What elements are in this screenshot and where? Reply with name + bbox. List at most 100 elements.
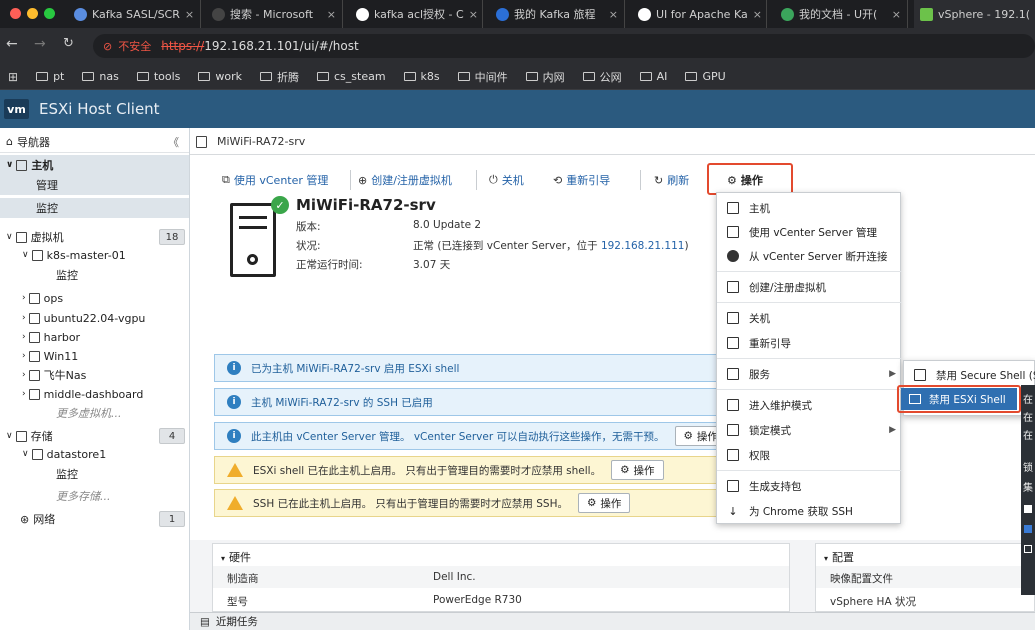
- bookmark-folder[interactable]: pt: [36, 70, 64, 83]
- close-tab-icon[interactable]: ×: [185, 8, 194, 21]
- manage-vcenter-button[interactable]: ⧉ 使用 vCenter 管理: [222, 172, 328, 188]
- bookmark-folder[interactable]: 折腾: [260, 69, 299, 85]
- nav-item-vm[interactable]: › ubuntu22.04-vgpu: [0, 308, 189, 328]
- menu-item-services[interactable]: 服务 ▶: [717, 362, 902, 386]
- menu-item-ssh-chrome[interactable]: ↓ 为 Chrome 获取 SSH: [717, 499, 902, 523]
- config-card-header[interactable]: ▾ 配置: [824, 549, 854, 565]
- chevron-down-icon[interactable]: ∨: [6, 160, 13, 170]
- hardware-card-header[interactable]: ▾ 硬件: [221, 549, 251, 565]
- nav-item-host[interactable]: ∨ 主机: [0, 155, 189, 175]
- nav-more-vms-link[interactable]: 更多虚拟机...: [0, 403, 189, 423]
- close-tab-icon[interactable]: ×: [327, 8, 336, 21]
- chevron-down-icon[interactable]: ∨: [6, 232, 13, 242]
- apps-grid-icon[interactable]: ⊞: [8, 70, 18, 84]
- browser-tab[interactable]: Kafka SASL/SCR ×: [68, 0, 201, 28]
- warning-actions-button[interactable]: ⚙ 操作: [577, 493, 631, 513]
- menu-item-permissions[interactable]: 权限: [717, 443, 902, 467]
- nav-item-datastore-monitor[interactable]: 监控: [0, 464, 189, 484]
- bookmark-folder[interactable]: k8s: [403, 70, 440, 83]
- reboot-button[interactable]: ⟲ 重新引导: [553, 172, 610, 188]
- close-tab-icon[interactable]: ×: [892, 8, 901, 21]
- main-header: MiWiFi-RA72-srv: [196, 135, 305, 148]
- bookmark-folder[interactable]: tools: [136, 70, 180, 83]
- menu-item-lockdown[interactable]: 锁定模式 ▶: [717, 418, 902, 442]
- toggle-icon[interactable]: [1024, 505, 1032, 513]
- home-icon: ⌂: [6, 135, 13, 148]
- nav-item-vm[interactable]: › Win11: [0, 346, 189, 366]
- url-field[interactable]: ⊘ 不安全 https://192.168.21.101/ui/#/host: [93, 34, 1035, 58]
- folder-icon: [685, 72, 698, 81]
- warning-actions-button[interactable]: ⚙ 操作: [611, 460, 664, 480]
- close-tab-icon[interactable]: ×: [469, 8, 478, 21]
- toggle-icon[interactable]: [1024, 545, 1032, 553]
- storage-count-badge: 4: [159, 428, 185, 444]
- vcenter-link[interactable]: 192.168.21.111: [601, 240, 685, 252]
- back-icon[interactable]: ←: [6, 36, 18, 52]
- menu-item-reboot[interactable]: 重新引导: [717, 331, 902, 355]
- reload-icon[interactable]: ↻: [63, 36, 74, 51]
- menu-item-maintenance[interactable]: 进入维护模式: [717, 393, 902, 417]
- menu-item-shutdown[interactable]: 关机: [717, 306, 902, 330]
- nav-item-vms[interactable]: ∨ 虚拟机 18: [0, 227, 189, 247]
- recent-tasks-bar[interactable]: ▤ 近期任务: [190, 612, 1035, 630]
- browser-tab[interactable]: 搜索 - Microsoft ×: [206, 0, 343, 28]
- toggle-icon[interactable]: [1024, 525, 1032, 533]
- bookmark-folder[interactable]: GPU: [685, 70, 726, 83]
- chevron-right-icon[interactable]: ›: [22, 293, 26, 303]
- menu-divider: [717, 271, 902, 272]
- nav-more-storage-link[interactable]: 更多存储...: [0, 486, 189, 506]
- bookmark-folder[interactable]: 公网: [582, 69, 622, 85]
- menu-item-disconnect-vcenter[interactable]: 从 vCenter Server 断开连接: [717, 244, 902, 268]
- forward-icon[interactable]: →: [34, 36, 46, 52]
- create-vm-button[interactable]: ⊕ 创建/注册虚拟机: [358, 172, 452, 188]
- close-tab-icon[interactable]: ×: [753, 8, 762, 21]
- nav-item-vm[interactable]: ∨ k8s-master-01: [0, 245, 189, 265]
- refresh-button[interactable]: ↻ 刷新: [654, 172, 689, 188]
- menu-item-disable-ssh[interactable]: 禁用 Secure Shell (SSH): [904, 363, 1035, 387]
- chevron-right-icon[interactable]: ›: [22, 370, 26, 380]
- menu-item-support-bundle[interactable]: 生成支持包: [717, 474, 902, 498]
- chevron-down-icon[interactable]: ∨: [22, 250, 29, 260]
- maximize-window-icon[interactable]: [44, 8, 55, 19]
- menu-item-manage-vcenter[interactable]: 使用 vCenter Server 管理: [717, 220, 902, 244]
- nav-item-vm[interactable]: › harbor: [0, 327, 189, 347]
- toolbar-divider: [640, 170, 641, 190]
- chevron-down-icon[interactable]: ∨: [6, 431, 13, 441]
- bookmark-folder[interactable]: 内网: [525, 69, 565, 85]
- nav-item-manage[interactable]: 管理: [0, 175, 189, 195]
- collapse-navigator-icon[interactable]: 《: [168, 134, 179, 150]
- chevron-down-icon[interactable]: ∨: [22, 449, 29, 459]
- chevron-right-icon[interactable]: ›: [22, 332, 26, 342]
- nav-item-vm[interactable]: › ops: [0, 288, 189, 308]
- nav-item-storage[interactable]: ∨ 存储 4: [0, 426, 189, 446]
- browser-tab[interactable]: kafka acl授权 - C ×: [350, 0, 483, 28]
- bookmark-folder[interactable]: work: [198, 70, 242, 83]
- nav-item-network[interactable]: ⊛ 网络 1: [0, 509, 189, 529]
- navigator-header: ⌂ 导航器 《: [0, 131, 189, 153]
- browser-tab[interactable]: UI for Apache Ka ×: [632, 0, 767, 28]
- close-window-icon[interactable]: [10, 8, 21, 19]
- nav-item-vm[interactable]: › middle-dashboard: [0, 384, 189, 404]
- chevron-right-icon[interactable]: ›: [22, 351, 26, 361]
- bookmark-folder[interactable]: AI: [639, 70, 667, 83]
- browser-tab-active[interactable]: vSphere - 192.1(: [914, 0, 1035, 28]
- datastore-icon: [31, 448, 43, 460]
- chevron-right-icon[interactable]: ›: [22, 389, 26, 399]
- bookmark-folder[interactable]: cs_steam: [317, 70, 386, 83]
- bookmark-folder[interactable]: nas: [82, 70, 119, 83]
- shutdown-button[interactable]: ⏻ 关机: [489, 172, 524, 188]
- nav-item-monitor[interactable]: 监控: [0, 198, 189, 218]
- nav-item-vm-monitor[interactable]: 监控: [0, 265, 189, 285]
- menu-item-host[interactable]: 主机: [717, 196, 902, 220]
- browser-tab[interactable]: 我的 Kafka 旅程 ×: [490, 0, 625, 28]
- minimize-window-icon[interactable]: [27, 8, 38, 19]
- menu-item-create-vm[interactable]: 创建/注册虚拟机: [717, 275, 902, 299]
- nav-item-datastore[interactable]: ∨ datastore1: [0, 444, 189, 464]
- chevron-right-icon[interactable]: ›: [22, 313, 26, 323]
- bookmark-folder[interactable]: 中间件: [457, 69, 508, 85]
- close-tab-icon[interactable]: ×: [609, 8, 618, 21]
- host-icon: [16, 159, 28, 171]
- browser-tab[interactable]: 我的文档 - U开( ×: [775, 0, 908, 28]
- notice-esxi-shell-enabled: i 已为主机 MiWiFi-RA72-srv 启用 ESXi shell: [214, 354, 794, 382]
- nav-item-vm[interactable]: › 飞牛Nas: [0, 365, 189, 385]
